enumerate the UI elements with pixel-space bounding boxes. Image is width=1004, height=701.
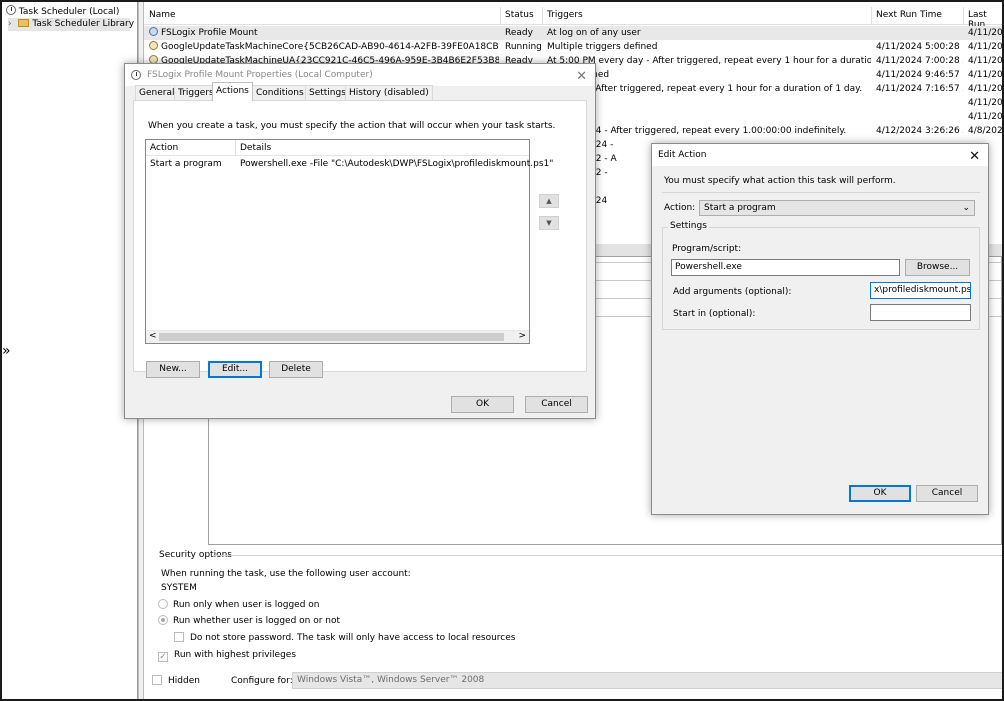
column-header-name[interactable]: Name [149, 10, 176, 20]
column-header-details[interactable]: Details [240, 143, 271, 153]
radio-selected-icon[interactable] [158, 615, 168, 625]
table-cell-status: Running [505, 42, 542, 52]
tree-item-task-scheduler-local[interactable]: Task Scheduler (Local) [6, 5, 119, 18]
edit-action-button[interactable]: Edit... [208, 361, 262, 378]
action-list-header: Action Details [146, 140, 529, 156]
tab-actions[interactable]: Actions [212, 82, 253, 101]
table-cell-last: 4/11/202 [968, 98, 1002, 108]
task-icon [149, 41, 158, 50]
clock-icon [6, 5, 16, 15]
run-as-prompt: When running the task, use the following… [161, 569, 411, 579]
program-script-label: Program/script: [672, 244, 742, 254]
action-label: Action: [664, 203, 696, 213]
table-cell-status: Ready [505, 28, 533, 38]
tab-history[interactable]: History (disabled) [345, 85, 433, 100]
column-header-status[interactable]: Status [505, 10, 534, 20]
navigation-tree: Task Scheduler (Local) › Task Scheduler … [2, 2, 138, 699]
column-header-triggers[interactable]: Triggers [547, 10, 583, 20]
action-list[interactable]: Action Details Start a program Powershel… [145, 139, 553, 344]
radio-run-only-logged-on[interactable]: Run only when user is logged on [158, 599, 319, 610]
table-cell-name: GoogleUpdateTaskMachineCore{5CB26CAD-AB9… [149, 40, 499, 54]
table-cell-name: FSLogix Profile Mount [149, 26, 499, 40]
column-header-action[interactable]: Action [150, 143, 178, 153]
table-row[interactable]: GoogleUpdateTaskMachineCore{5CB26CAD-AB9… [144, 40, 1002, 54]
table-cell-last: 4/11/202 [968, 56, 1002, 66]
radio-run-whether-logged-on[interactable]: Run whether user is logged on or not [158, 615, 340, 626]
action-type-select[interactable]: Start a program ⌄ [699, 200, 975, 216]
delete-action-button[interactable]: Delete [269, 361, 323, 378]
close-icon[interactable]: ✕ [576, 66, 587, 88]
tree-item-task-scheduler-library[interactable]: › Task Scheduler Library [8, 18, 134, 31]
actions-intro-text: When you create a task, you must specify… [148, 121, 556, 131]
table-cell-triggers: At log on of any user [547, 28, 641, 38]
edit-action-titlebar[interactable]: Edit Action ✕ [652, 144, 988, 166]
checkbox-do-not-store-password[interactable]: Do not store password. The task will onl… [174, 632, 515, 643]
move-down-button[interactable]: ▼ [539, 216, 559, 230]
ok-button[interactable]: OK [849, 485, 911, 502]
ok-button[interactable]: OK [451, 396, 514, 413]
table-cell-triggers: Multiple triggers defined [547, 42, 658, 52]
checkbox-checked-icon[interactable]: ✓ [158, 652, 168, 662]
scrollbar-thumb[interactable] [159, 333, 504, 341]
chevron-down-icon: ⌄ [962, 203, 970, 213]
move-up-button[interactable]: ▲ [539, 194, 559, 208]
chevron-right-icon[interactable]: › [8, 19, 12, 29]
table-cell-last: 4/11/202 [968, 112, 1002, 122]
add-arguments-label: Add arguments (optional): [673, 287, 792, 297]
tab-settings[interactable]: Settings [305, 85, 350, 100]
checkbox-icon[interactable] [174, 632, 184, 642]
properties-dialog-titlebar[interactable]: FSLogix Profile Mount Properties (Local … [125, 64, 595, 86]
checkbox-icon[interactable] [152, 675, 162, 685]
table-cell-last: 4/11/202 [968, 70, 1002, 80]
table-cell-last: 4/11/202 [968, 42, 1002, 52]
checkbox-hidden[interactable]: Hidden [152, 675, 200, 686]
tab-general[interactable]: General [135, 85, 179, 100]
table-cell-last: 4/11/202 [968, 28, 1002, 38]
checkbox-run-highest-privileges[interactable]: ✓ Run with highest privileges [158, 650, 296, 662]
column-header-next-run-time[interactable]: Next Run Time [876, 10, 942, 20]
task-list-header: Name Status Triggers Next Run Time Last … [144, 7, 1002, 30]
scroll-right-icon[interactable]: > [518, 331, 526, 341]
properties-dialog: FSLogix Profile Mount Properties (Local … [124, 63, 596, 419]
start-in-label: Start in (optional): [673, 309, 756, 319]
horizontal-scrollbar[interactable]: < > [146, 330, 529, 343]
properties-dialog-title: FSLogix Profile Mount Properties (Local … [147, 70, 373, 80]
collapse-pane-icon[interactable]: » [2, 343, 11, 359]
table-row[interactable]: FSLogix Profile Mount Ready At log on of a… [144, 26, 1002, 40]
program-script-input[interactable]: Powershell.exe [671, 259, 900, 276]
configure-for-label: Configure for: [231, 676, 293, 686]
edit-action-title: Edit Action [658, 150, 707, 160]
table-cell-last: 4/11/202 [968, 84, 1002, 94]
security-options-group: Security options When running the task, … [155, 548, 1003, 673]
start-in-input[interactable] [870, 304, 971, 321]
table-cell-next: 4/11/2024 7:00:28 AM [876, 56, 963, 66]
tree-item-label: Task Scheduler (Local) [18, 7, 120, 17]
scroll-left-icon[interactable]: < [149, 331, 157, 341]
edit-action-dialog: Edit Action ✕ You must specify what acti… [651, 143, 989, 515]
clock-icon [131, 70, 141, 80]
tree-item-label: Task Scheduler Library [32, 19, 135, 29]
add-arguments-input[interactable]: x\profilediskmount.ps1" [870, 282, 971, 299]
task-icon [149, 27, 158, 36]
new-action-button[interactable]: New... [146, 361, 200, 378]
tab-conditions[interactable]: Conditions [252, 85, 308, 100]
table-cell-next: 4/12/2024 3:26:26 AM [876, 126, 963, 136]
table-cell-next: 4/11/2024 7:16:57 AM [876, 84, 963, 94]
folder-icon [18, 19, 30, 27]
table-cell-last: 4/8/202 [968, 126, 1002, 136]
browse-button[interactable]: Browse... [905, 259, 970, 276]
edit-action-prompt: You must specify what action this task w… [664, 176, 896, 186]
action-row[interactable]: Start a program Powershell.exe -File "C:… [146, 157, 553, 171]
table-cell-next: 4/11/2024 9:46:57 PM [876, 70, 963, 80]
close-icon[interactable]: ✕ [969, 146, 980, 168]
configure-for-select[interactable]: Windows Vista™, Windows Server™ 2008 [292, 672, 1004, 689]
settings-group-title: Settings [668, 221, 709, 231]
table-cell-next: 4/11/2024 5:00:28 PM [876, 42, 963, 52]
cancel-button[interactable]: Cancel [916, 485, 978, 502]
cancel-button[interactable]: Cancel [525, 396, 588, 413]
radio-icon[interactable] [158, 599, 168, 609]
action-row-details: Powershell.exe -File "C:\Autodesk\DWP\FS… [240, 159, 554, 169]
action-row-action: Start a program [150, 159, 222, 169]
user-account-value: SYSTEM [161, 583, 197, 593]
